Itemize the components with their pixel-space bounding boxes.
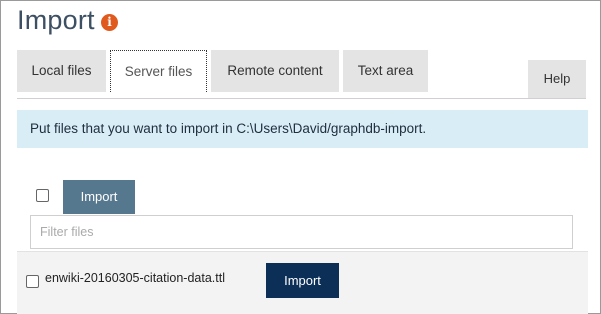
import-directory-alert: Put files that you want to import in C:\… [17,110,588,148]
tab-local-files[interactable]: Local files [17,50,106,92]
tab-remote-content[interactable]: Remote content [211,50,339,92]
import-selected-button[interactable]: Import [63,180,135,214]
tab-server-files[interactable]: Server files [110,50,207,92]
page-title: Import [17,5,95,35]
help-tab[interactable]: Help [528,60,586,98]
file-checkbox[interactable] [26,275,39,288]
file-row: enwiki-20160305-citation-data.ttl Import [17,251,588,314]
filter-files-input[interactable] [30,215,573,249]
tabs-divider [17,98,586,99]
info-icon[interactable]: i [101,14,118,31]
select-all-checkbox[interactable] [36,189,49,202]
page-frame: Import i Local files Server files Remote… [0,0,601,314]
file-name: enwiki-20160305-citation-data.ttl [45,271,225,285]
import-file-button[interactable]: Import [266,263,339,298]
tab-text-area[interactable]: Text area [343,50,428,92]
